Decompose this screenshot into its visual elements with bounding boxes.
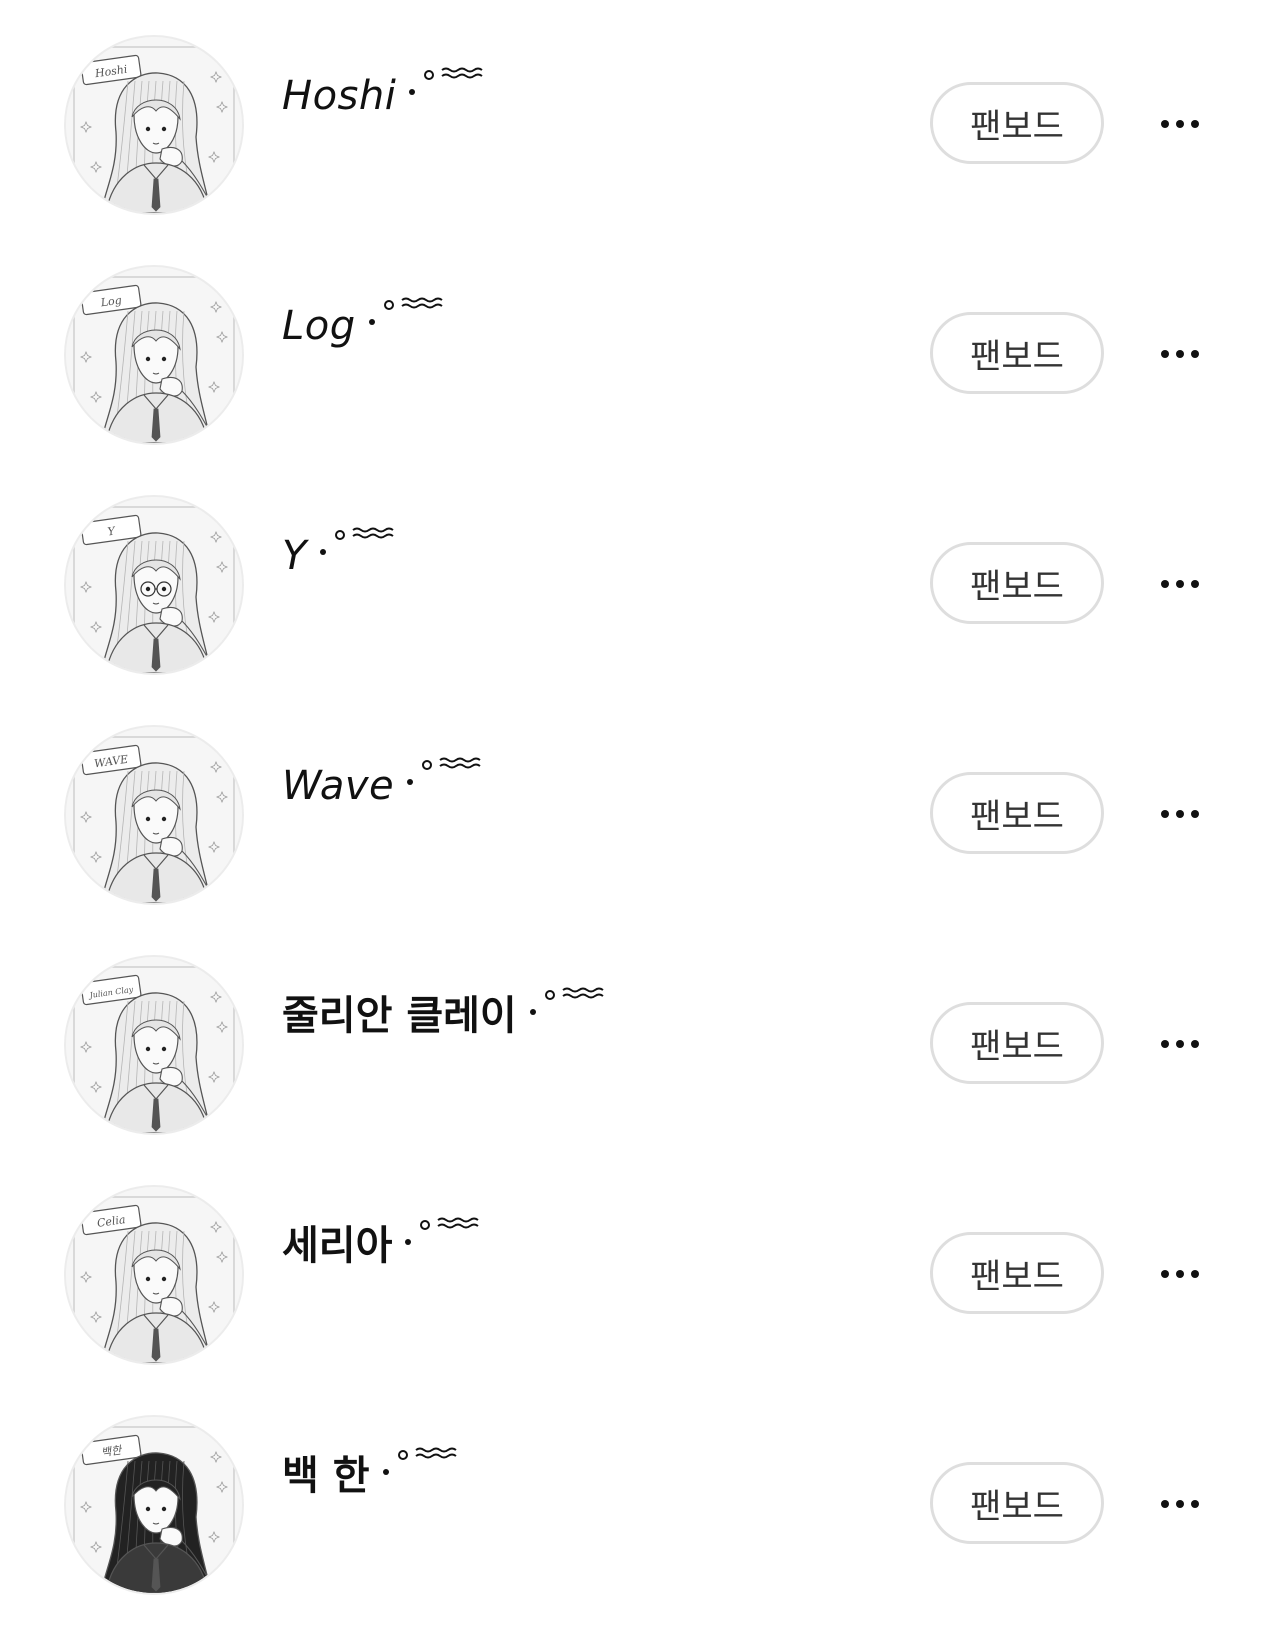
character-avatar[interactable]: Julian Clay [66,957,242,1133]
sparkle-wave-decoration [406,756,484,816]
fanboard-button[interactable]: 팬보드 [930,312,1104,394]
character-name-text: Y [282,533,307,579]
character-name-text: 줄리안 클레이 [282,993,517,1039]
character-row[interactable]: Julian Clay 줄리안 클레이 팬보드 [0,920,1280,1152]
character-avatar[interactable]: 백한 [66,1417,242,1593]
character-name[interactable]: Y [282,526,397,586]
character-avatar[interactable]: Y [66,497,242,673]
fanboard-button[interactable]: 팬보드 [930,1002,1104,1084]
character-avatar[interactable]: WAVE [66,727,242,903]
character-name[interactable]: 줄리안 클레이 [282,986,607,1046]
character-row[interactable]: Celia 세리아 팬보드 [0,1150,1280,1382]
character-avatar[interactable]: Log [66,267,242,443]
avatar-illustration: WAVE [66,727,242,903]
sparkle-wave-decoration [408,66,486,126]
character-name-text: 백 한 [282,1453,370,1499]
character-avatar[interactable]: Hoshi [66,37,242,213]
sparkle-wave-decoration [319,526,397,586]
fanboard-button[interactable]: 팬보드 [930,82,1104,164]
fanboard-button[interactable]: 팬보드 [930,772,1104,854]
more-options-icon[interactable] [1152,330,1208,378]
character-name-text: Log [282,303,356,349]
sparkle-wave-decoration [404,1216,482,1276]
sparkle-wave-decoration [382,1446,460,1506]
sparkle-wave-decoration [529,986,607,1046]
avatar-illustration: 백한 [66,1417,242,1593]
character-row[interactable]: Log Log 팬보드 [0,230,1280,462]
avatar-illustration: Hoshi [66,37,242,213]
fanboard-button[interactable]: 팬보드 [930,542,1104,624]
more-options-icon[interactable] [1152,560,1208,608]
more-options-icon[interactable] [1152,790,1208,838]
more-options-icon[interactable] [1152,1020,1208,1068]
avatar-illustration: Log [66,267,242,443]
sparkle-wave-decoration [368,296,446,356]
avatar-illustration: Celia [66,1187,242,1363]
character-avatar[interactable]: Celia [66,1187,242,1363]
character-name-text: Hoshi [282,73,397,119]
more-options-icon[interactable] [1152,1250,1208,1298]
character-list: Hoshi Hoshi 팬보드 Log Log 팬보드 Y Y 팬보드 WAVE… [0,0,1280,1630]
avatar-illustration: Y [66,497,242,673]
character-name[interactable]: 백 한 [282,1446,460,1506]
more-options-icon[interactable] [1152,100,1208,148]
character-name[interactable]: Wave [282,756,484,816]
character-name-text: Wave [282,763,395,809]
avatar-illustration: Julian Clay [66,957,242,1133]
character-row[interactable]: Y Y 팬보드 [0,460,1280,692]
more-options-icon[interactable] [1152,1480,1208,1528]
fanboard-button[interactable]: 팬보드 [930,1232,1104,1314]
character-name-text: 세리아 [282,1223,393,1269]
character-name[interactable]: 세리아 [282,1216,482,1276]
character-row[interactable]: WAVE Wave 팬보드 [0,690,1280,922]
character-row[interactable]: Hoshi Hoshi 팬보드 [0,0,1280,232]
character-row[interactable]: 백한 백 한 팬보드 [0,1380,1280,1612]
character-name[interactable]: Hoshi [282,66,486,126]
character-name[interactable]: Log [282,296,446,356]
fanboard-button[interactable]: 팬보드 [930,1462,1104,1544]
